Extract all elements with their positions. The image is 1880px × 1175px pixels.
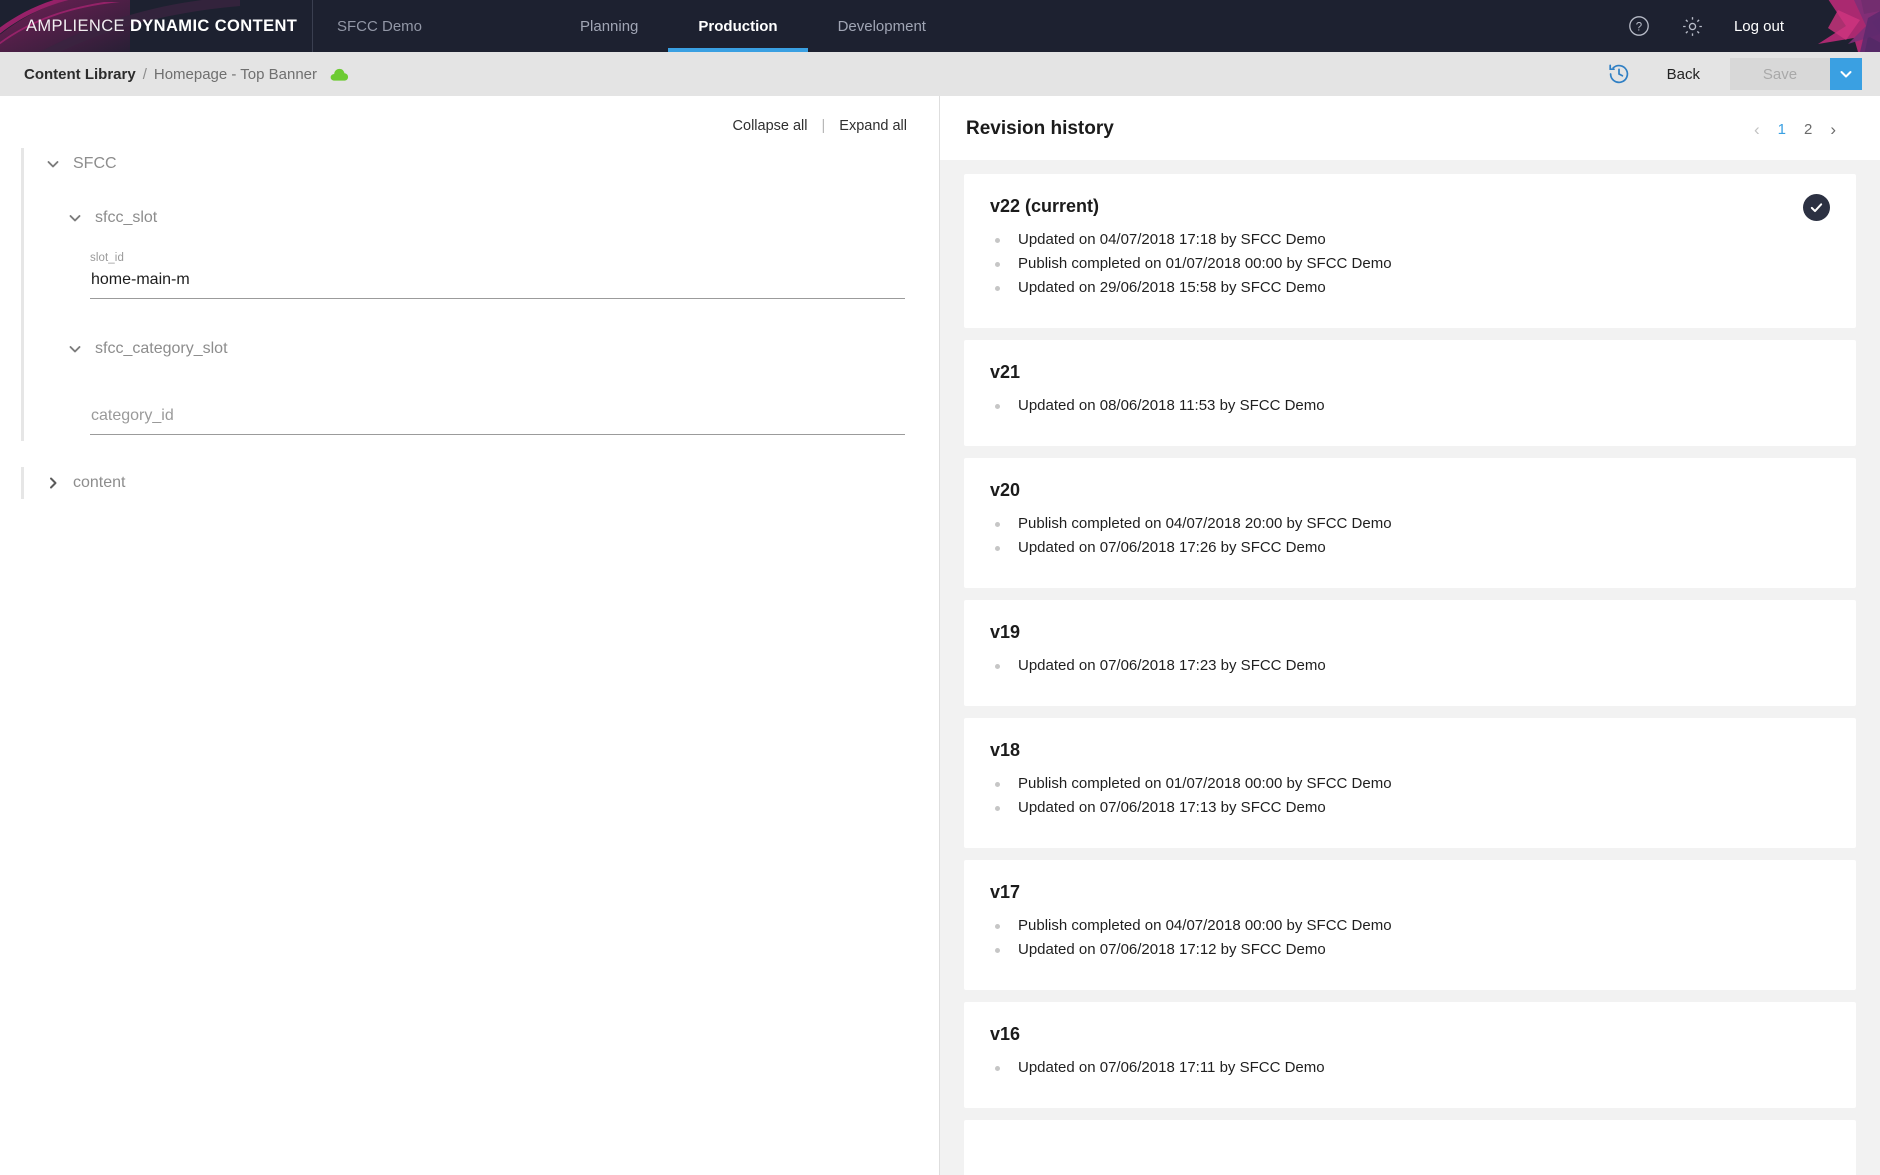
field-group-category-id [68, 407, 939, 435]
tools-divider: | [821, 118, 826, 134]
breadcrumb-content-library[interactable]: Content Library [24, 66, 136, 83]
nav-project-name[interactable]: SFCC Demo [313, 0, 450, 52]
revision-entries: Publish completed on 04/07/2018 00:00 by… [990, 916, 1830, 960]
revision-version: v20 [990, 480, 1021, 500]
field-group-slot-id: slot_id [68, 252, 939, 299]
tree-node-content-wrapper: content [21, 467, 939, 499]
category-id-input[interactable] [90, 407, 905, 435]
form-tree-tools: Collapse all | Expand all [0, 96, 939, 134]
revision-entries: Updated on 04/07/2018 17:18 by SFCC Demo… [990, 230, 1830, 298]
svg-text:?: ? [1636, 21, 1642, 33]
chevron-down-icon[interactable] [68, 211, 82, 225]
tree-node-content-label: content [73, 474, 126, 491]
chevron-down-icon[interactable] [68, 342, 82, 356]
revision-card[interactable]: v21 Updated on 08/06/2018 11:53 by SFCC … [964, 340, 1856, 446]
revision-card[interactable]: v17 Publish completed on 04/07/2018 00:0… [964, 860, 1856, 990]
revision-entry: Publish completed on 04/07/2018 00:00 by… [990, 916, 1830, 936]
chevron-left-icon[interactable]: ‹ [1754, 121, 1760, 138]
tree-node-sfcc-category-slot-label: sfcc_category_slot [95, 340, 228, 357]
revision-card[interactable] [964, 1120, 1856, 1175]
revision-entries: Updated on 07/06/2018 17:23 by SFCC Demo [990, 656, 1830, 676]
revision-entry: Updated on 07/06/2018 17:12 by SFCC Demo [990, 940, 1830, 960]
gear-icon[interactable] [1680, 13, 1706, 39]
revision-history-header: Revision history ‹ 1 2 › [940, 96, 1880, 160]
tree-node-sfcc-category-slot[interactable]: sfcc_category_slot [68, 333, 939, 365]
revision-entries: Updated on 07/06/2018 17:11 by SFCC Demo [990, 1058, 1830, 1078]
main-content: Collapse all | Expand all SFCC sfcc_slot… [0, 96, 1880, 1175]
help-circle-icon[interactable]: ? [1626, 13, 1652, 39]
revision-entry: Updated on 07/06/2018 17:13 by SFCC Demo [990, 798, 1830, 818]
slot-id-input[interactable] [90, 271, 905, 299]
revision-entry: Updated on 07/06/2018 17:23 by SFCC Demo [990, 656, 1830, 676]
green-cloud-icon [330, 67, 349, 82]
revision-entry: Updated on 29/06/2018 15:58 by SFCC Demo [990, 278, 1830, 298]
back-button[interactable]: Back [1641, 66, 1730, 83]
tab-planning[interactable]: Planning [550, 0, 668, 52]
revision-history-clock-icon[interactable] [1597, 52, 1641, 96]
tree-node-content[interactable]: content [46, 467, 939, 499]
breadcrumb: Content Library / Homepage - Top Banner [24, 66, 349, 83]
content-form-panel: Collapse all | Expand all SFCC sfcc_slot… [0, 96, 940, 1175]
revision-entry: Publish completed on 04/07/2018 20:00 by… [990, 514, 1830, 534]
page-button-1[interactable]: 1 [1778, 121, 1786, 138]
app-logo[interactable]: AMPLIENCE DYNAMIC CONTENT [0, 0, 313, 52]
revision-entries: Publish completed on 01/07/2018 00:00 by… [990, 774, 1830, 818]
revision-entries: Updated on 08/06/2018 11:53 by SFCC Demo [990, 396, 1830, 416]
revision-card[interactable]: v22 (current) Updated on 04/07/2018 17:1… [964, 174, 1856, 328]
revision-card[interactable]: v20 Publish completed on 04/07/2018 20:0… [964, 458, 1856, 588]
revision-entry: Updated on 07/06/2018 17:11 by SFCC Demo [990, 1058, 1830, 1078]
revision-entry: Updated on 04/07/2018 17:18 by SFCC Demo [990, 230, 1830, 250]
logo-text-bold: DYNAMIC CONTENT [129, 16, 298, 35]
tab-production[interactable]: Production [668, 0, 808, 52]
revision-version: v21 [990, 362, 1021, 382]
revision-version: v22 (current) [990, 196, 1100, 216]
collapse-all-link[interactable]: Collapse all [733, 118, 808, 134]
revision-history-title: Revision history [966, 118, 1114, 139]
top-navigation-bar: AMPLIENCE DYNAMIC CONTENT SFCC Demo Plan… [0, 0, 1880, 52]
revision-version: v16 [990, 1024, 1021, 1044]
revision-card[interactable]: v16 Updated on 07/06/2018 17:11 by SFCC … [964, 1002, 1856, 1108]
tree-children-sfcc: sfcc_slot slot_id sfcc_category_slot [68, 180, 939, 435]
revision-entry: Publish completed on 01/07/2018 00:00 by… [990, 774, 1830, 794]
nav-right-actions: ? Log out [1626, 0, 1880, 52]
chevron-right-icon[interactable] [46, 476, 60, 490]
revision-version: v17 [990, 882, 1021, 902]
breadcrumb-current-item: Homepage - Top Banner [153, 65, 318, 83]
logo-text-thin: AMPLIENCE [26, 16, 125, 35]
sub-toolbar: Content Library / Homepage - Top Banner … [0, 52, 1880, 96]
revision-version: v18 [990, 740, 1021, 760]
tab-development[interactable]: Development [808, 0, 956, 52]
pagination: ‹ 1 2 › [1754, 121, 1836, 138]
tree-node-sfcc-slot[interactable]: sfcc_slot [68, 202, 939, 234]
save-button[interactable]: Save [1730, 58, 1830, 90]
revision-version: v19 [990, 622, 1021, 642]
chevron-down-icon[interactable] [46, 157, 60, 171]
revision-entry: Updated on 07/06/2018 17:26 by SFCC Demo [990, 538, 1830, 558]
logo-text: AMPLIENCE DYNAMIC CONTENT [26, 17, 297, 36]
page-button-2[interactable]: 2 [1804, 121, 1812, 138]
nav-tabs: Planning Production Development [550, 0, 956, 52]
toolbar-actions: Back Save [1597, 52, 1880, 96]
chevron-down-icon[interactable] [1830, 58, 1862, 90]
form-tree-root: SFCC sfcc_slot slot_id home-main-m sfcc_… [21, 148, 939, 441]
tree-node-sfcc[interactable]: SFCC [46, 148, 939, 180]
logout-button[interactable]: Log out [1734, 18, 1784, 35]
revision-entry: Publish completed on 01/07/2018 00:00 by… [990, 254, 1830, 274]
breadcrumb-separator: / [142, 65, 147, 83]
revision-card[interactable]: v18 Publish completed on 01/07/2018 00:0… [964, 718, 1856, 848]
slot-id-label: slot_id [90, 252, 124, 264]
revision-list[interactable]: v22 (current) Updated on 04/07/2018 17:1… [940, 160, 1880, 1175]
revision-history-panel: Revision history ‹ 1 2 › v22 (current) U… [940, 96, 1880, 1175]
revision-card[interactable]: v19 Updated on 07/06/2018 17:23 by SFCC … [964, 600, 1856, 706]
tree-node-sfcc-label: SFCC [73, 155, 117, 172]
chevron-right-icon[interactable]: › [1830, 121, 1836, 138]
revision-entries: Publish completed on 04/07/2018 20:00 by… [990, 514, 1830, 558]
revision-entry: Updated on 08/06/2018 11:53 by SFCC Demo [990, 396, 1830, 416]
expand-all-link[interactable]: Expand all [839, 118, 907, 134]
check-circle-icon [1803, 194, 1830, 221]
tree-node-sfcc-slot-label: sfcc_slot [95, 209, 158, 226]
